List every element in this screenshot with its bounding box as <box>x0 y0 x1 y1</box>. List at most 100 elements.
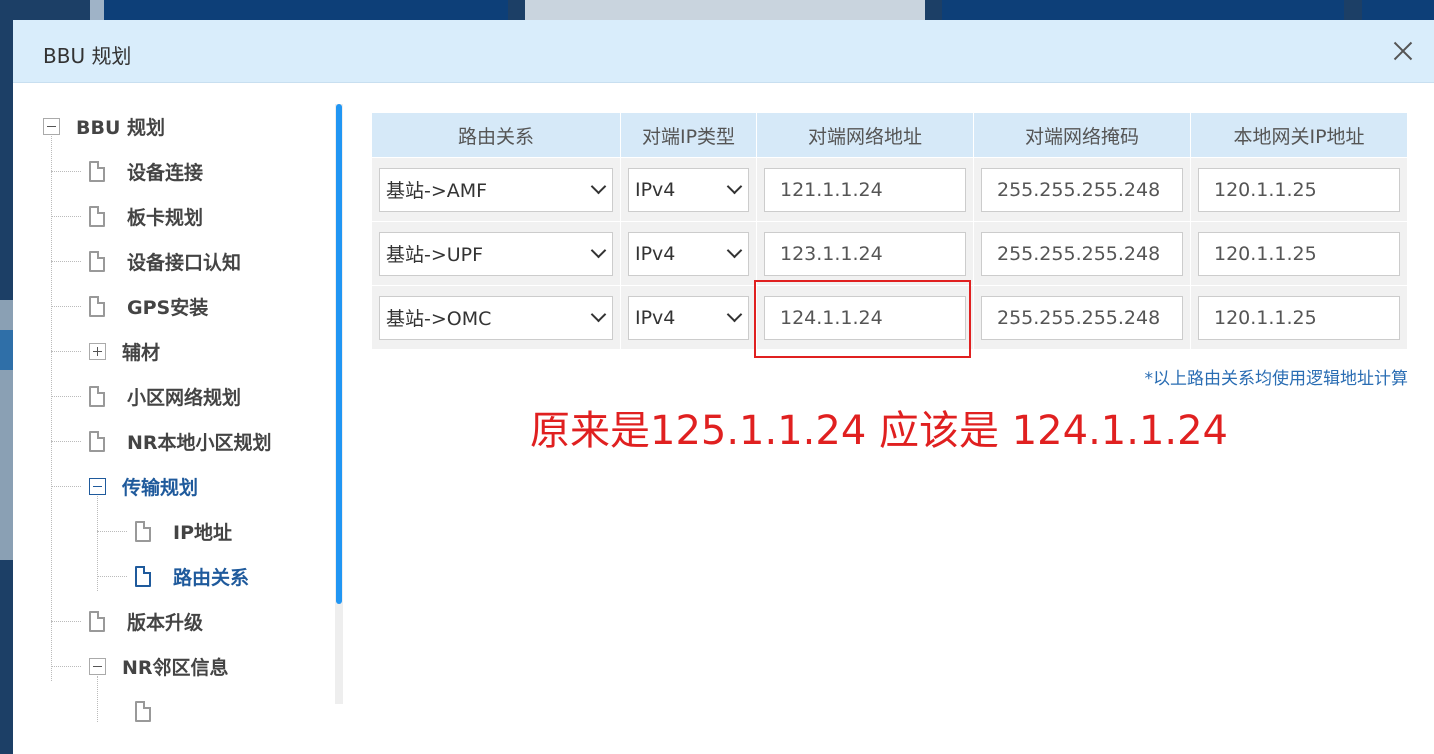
tree-item-board-planning[interactable]: 板卡规划 <box>89 201 203 231</box>
tree-label: IP地址 <box>173 521 232 544</box>
tree-item-auxiliary[interactable]: 辅材 <box>89 336 160 366</box>
chevron-down-icon <box>590 178 607 195</box>
routing-note: *以上路由关系均使用逻辑地址计算 <box>1144 369 1409 389</box>
tree-item-nr-local-cell[interactable]: NR本地小区规划 <box>89 426 272 456</box>
tree-item-routing[interactable]: 路由关系 <box>135 561 249 591</box>
collapse-icon[interactable] <box>89 477 106 495</box>
peer-mask-input[interactable]: 255.255.255.248 <box>981 167 1183 212</box>
tree-label: GPS安装 <box>127 296 209 319</box>
tree-connector <box>51 351 81 352</box>
document-icon <box>135 520 151 542</box>
chevron-down-icon <box>726 178 743 195</box>
tree-item-interface-recognition[interactable]: 设备接口认知 <box>89 246 241 276</box>
tree-item-nr-neighbor[interactable]: NR邻区信息 <box>89 651 229 681</box>
tree-label: 路由关系 <box>173 566 250 589</box>
tree-label: BBU 规划 <box>76 116 166 139</box>
tree-connector <box>97 576 127 577</box>
tree-item-ip-address[interactable]: IP地址 <box>135 516 232 546</box>
document-icon <box>135 700 151 722</box>
select-value: IPv4 <box>635 178 676 201</box>
document-icon <box>89 385 105 407</box>
document-icon <box>89 295 105 317</box>
chevron-down-icon <box>726 242 743 259</box>
tree-label: 版本升级 <box>127 611 204 634</box>
bbu-planning-dialog: BBU 规划 BBU 规划 设备连接 板卡规划 设备接口认知 GPS安装 辅材 … <box>13 20 1434 754</box>
correction-annotation: 原来是125.1.1.24 应该是 124.1.1.24 <box>530 408 1229 454</box>
background-tab-1 <box>90 0 104 20</box>
tree-connector <box>51 666 81 667</box>
dialog-title: BBU 规划 <box>43 44 132 68</box>
column-header-gateway: 本地网关IP地址 <box>1190 112 1408 158</box>
tree-connector <box>97 531 127 532</box>
column-header-peer-address: 对端网络地址 <box>756 112 974 158</box>
gateway-input[interactable]: 120.1.1.25 <box>1198 167 1400 212</box>
background-tab-5 <box>1362 0 1434 20</box>
document-icon <box>89 610 105 632</box>
expand-icon[interactable] <box>89 342 106 360</box>
tree-label: 辅材 <box>122 341 161 364</box>
chevron-down-icon <box>590 306 607 323</box>
select-value: 基站->UPF <box>386 244 484 266</box>
tree-label: 设备连接 <box>127 161 204 184</box>
gateway-input[interactable]: 120.1.1.25 <box>1198 295 1400 340</box>
tree-connector <box>51 306 81 307</box>
tree-item-cell-network-planning[interactable]: 小区网络规划 <box>89 381 241 411</box>
red-highlight-box <box>754 280 971 358</box>
peer-mask-input[interactable]: 255.255.255.248 <box>981 295 1183 340</box>
tree-connector <box>51 261 81 262</box>
peer-mask-input[interactable]: 255.255.255.248 <box>981 231 1183 276</box>
background-tab-4 <box>942 0 1344 20</box>
tree-label: 小区网络规划 <box>127 386 242 409</box>
select-value: 基站->OMC <box>386 308 492 330</box>
relation-select[interactable]: 基站->AMF <box>379 167 613 212</box>
tree-label: 设备接口认知 <box>127 251 242 274</box>
select-value: 基站->AMF <box>386 180 488 202</box>
tree-label: 板卡规划 <box>127 206 204 229</box>
select-value: IPv4 <box>635 306 676 329</box>
column-header-peer-mask: 对端网络掩码 <box>973 112 1191 158</box>
tree-item-device-connection[interactable]: 设备连接 <box>89 156 203 186</box>
tree-connector <box>51 486 81 487</box>
background-tab-2 <box>104 0 508 20</box>
tree-root[interactable]: BBU 规划 <box>43 111 165 141</box>
table-header-row: 路由关系 对端IP类型 对端网络地址 对端网络掩码 本地网关IP地址 <box>371 112 1408 158</box>
tree-connector <box>51 396 81 397</box>
relation-select[interactable]: 基站->UPF <box>379 231 613 276</box>
tree-scrollbar-thumb[interactable] <box>336 104 342 604</box>
tree-item-transport-planning[interactable]: 传输规划 <box>89 471 198 501</box>
ip-type-select[interactable]: IPv4 <box>628 295 749 340</box>
ip-type-select[interactable]: IPv4 <box>628 231 749 276</box>
document-icon <box>89 430 105 452</box>
document-icon <box>89 160 105 182</box>
table-row: 基站->UPF IPv4 123.1.1.24 255.255.255.248 … <box>371 221 1408 286</box>
tree-connector <box>51 171 81 172</box>
tree-connector <box>51 621 81 622</box>
ip-type-select[interactable]: IPv4 <box>628 167 749 212</box>
chevron-down-icon <box>590 242 607 259</box>
chevron-down-icon <box>726 306 743 323</box>
select-value: IPv4 <box>635 242 676 265</box>
tree-item-gps-install[interactable]: GPS安装 <box>89 291 208 321</box>
document-icon <box>89 250 105 272</box>
gateway-input[interactable]: 120.1.1.25 <box>1198 231 1400 276</box>
collapse-icon[interactable] <box>43 117 60 135</box>
dialog-header: BBU 规划 <box>13 20 1434 83</box>
column-header-ip-type: 对端IP类型 <box>620 112 757 158</box>
tree-label: NR邻区信息 <box>122 656 229 679</box>
navigation-tree: BBU 规划 设备连接 板卡规划 设备接口认知 GPS安装 辅材 小区网络规划 <box>43 102 343 722</box>
tree-label: NR本地小区规划 <box>127 431 272 454</box>
close-icon[interactable] <box>1390 38 1416 64</box>
tree-label: 传输规划 <box>122 476 199 499</box>
tree-item-version-upgrade[interactable]: 版本升级 <box>89 606 203 636</box>
background-panel-accent <box>0 330 14 370</box>
peer-address-input[interactable]: 123.1.1.24 <box>764 231 966 276</box>
table-row: 基站->AMF IPv4 121.1.1.24 255.255.255.248 … <box>371 157 1408 222</box>
background-tab-3 <box>525 0 925 20</box>
peer-address-input[interactable]: 121.1.1.24 <box>764 167 966 212</box>
column-header-relation: 路由关系 <box>371 112 621 158</box>
tree-connector <box>51 136 52 681</box>
tree-item-partial <box>135 696 173 722</box>
relation-select[interactable]: 基站->OMC <box>379 295 613 340</box>
collapse-icon[interactable] <box>89 657 106 675</box>
tree-connector <box>97 676 98 722</box>
